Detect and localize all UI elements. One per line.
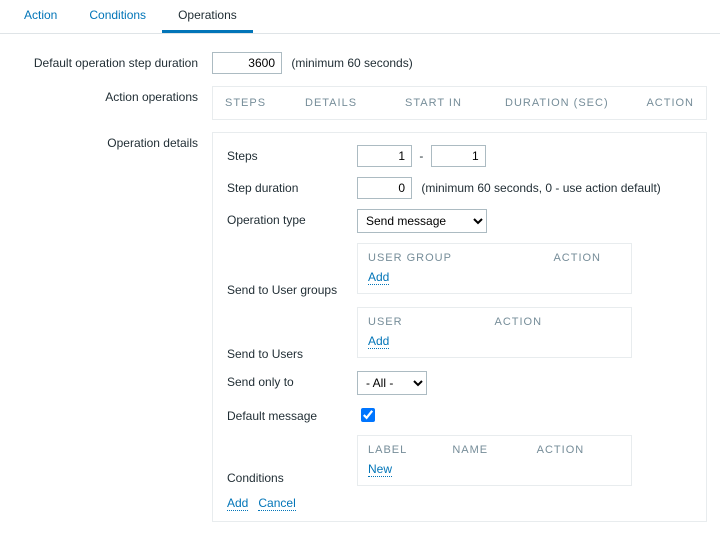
user-groups-table: USER GROUP ACTION Add xyxy=(357,243,632,294)
step-duration-input[interactable] xyxy=(357,177,412,199)
steps-from-input[interactable] xyxy=(357,145,412,167)
ops-col-start-in: START IN xyxy=(405,97,505,109)
cancel-operation-link[interactable]: Cancel xyxy=(258,496,295,511)
user-action-col: ACTION xyxy=(495,316,622,328)
steps-label: Steps xyxy=(227,145,357,163)
user-group-action-col: ACTION xyxy=(485,252,622,264)
operation-details-panel: Steps - Step duration (minimum 60 second… xyxy=(212,132,707,522)
step-duration-hint: (minimum 60 seconds, 0 - use action defa… xyxy=(421,181,660,195)
default-step-duration-hint: (minimum 60 seconds) xyxy=(291,56,412,70)
action-operations-table: STEPS DETAILS START IN DURATION (SEC) AC… xyxy=(212,86,707,120)
add-user-link[interactable]: Add xyxy=(368,334,389,349)
tab-conditions[interactable]: Conditions xyxy=(73,0,162,33)
conditions-name-col: NAME xyxy=(452,444,536,456)
user-col: USER xyxy=(368,316,495,328)
send-only-to-label: Send only to xyxy=(227,371,357,389)
ops-col-details: DETAILS xyxy=(305,97,405,109)
new-condition-link[interactable]: New xyxy=(368,462,392,477)
tab-operations[interactable]: Operations xyxy=(162,0,253,33)
tab-action[interactable]: Action xyxy=(8,0,73,33)
operation-type-label: Operation type xyxy=(227,209,357,227)
default-step-duration-input[interactable] xyxy=(212,52,282,74)
conditions-action-col: ACTION xyxy=(537,444,621,456)
steps-separator: - xyxy=(419,149,423,163)
default-step-duration-label: Default operation step duration xyxy=(12,52,212,70)
step-duration-label: Step duration xyxy=(227,177,357,195)
ops-col-duration: DURATION (SEC) xyxy=(505,97,645,109)
default-message-label: Default message xyxy=(227,405,357,423)
operation-type-select[interactable]: Send message xyxy=(357,209,487,233)
conditions-table: LABEL NAME ACTION New xyxy=(357,435,632,486)
send-to-user-groups-label: Send to User groups xyxy=(227,243,357,297)
send-to-users-label: Send to Users xyxy=(227,307,357,361)
user-group-col: USER GROUP xyxy=(368,252,485,264)
action-operations-label: Action operations xyxy=(12,86,212,104)
send-only-to-select[interactable]: - All - xyxy=(357,371,427,395)
default-message-checkbox[interactable] xyxy=(361,408,375,422)
add-user-group-link[interactable]: Add xyxy=(368,270,389,285)
conditions-label-col: LABEL xyxy=(368,444,452,456)
tabs-bar: Action Conditions Operations xyxy=(0,0,720,34)
form-area: Default operation step duration (minimum… xyxy=(0,34,720,546)
users-table: USER ACTION Add xyxy=(357,307,632,358)
ops-col-steps: STEPS xyxy=(225,97,305,109)
operation-details-label: Operation details xyxy=(12,132,212,150)
conditions-label: Conditions xyxy=(227,435,357,485)
add-operation-link[interactable]: Add xyxy=(227,496,248,511)
steps-to-input[interactable] xyxy=(431,145,486,167)
ops-col-action: ACTION xyxy=(645,97,694,109)
